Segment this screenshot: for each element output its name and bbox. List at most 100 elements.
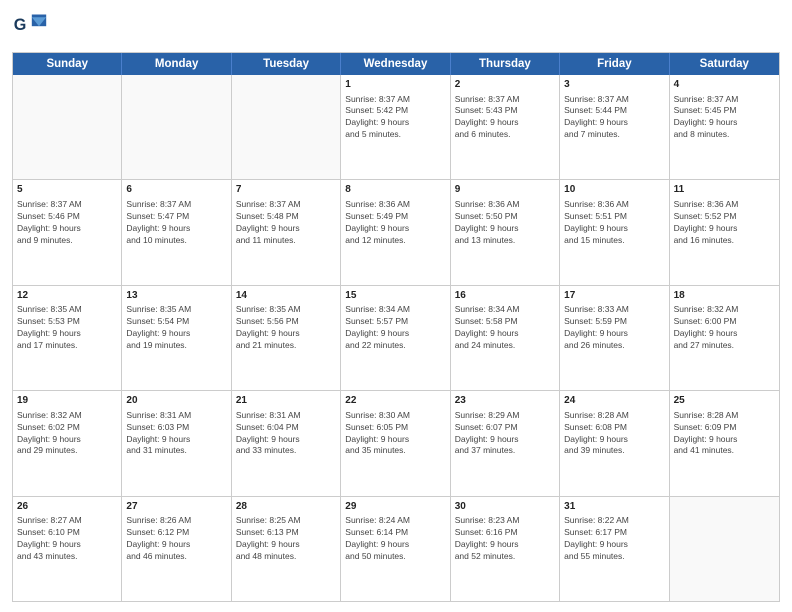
- day-16: 16Sunrise: 8:34 AM Sunset: 5:58 PM Dayli…: [451, 286, 560, 390]
- day-info: Sunrise: 8:37 AM Sunset: 5:44 PM Dayligh…: [564, 94, 629, 140]
- day-number: 10: [564, 183, 664, 197]
- day-9: 9Sunrise: 8:36 AM Sunset: 5:50 PM Daylig…: [451, 180, 560, 284]
- empty-cell: [670, 497, 779, 601]
- day-14: 14Sunrise: 8:35 AM Sunset: 5:56 PM Dayli…: [232, 286, 341, 390]
- logo: G: [12, 10, 52, 46]
- logo-icon: G: [12, 10, 48, 46]
- day-info: Sunrise: 8:37 AM Sunset: 5:47 PM Dayligh…: [126, 199, 191, 245]
- header-day-thursday: Thursday: [451, 53, 560, 75]
- day-number: 12: [17, 289, 117, 303]
- day-info: Sunrise: 8:37 AM Sunset: 5:46 PM Dayligh…: [17, 199, 82, 245]
- day-7: 7 Sunrise: 8:37 AM Sunset: 5:48 PM Daylig…: [232, 180, 341, 284]
- day-number: 22: [345, 394, 445, 408]
- day-number: 15: [345, 289, 445, 303]
- day-number: 14: [236, 289, 336, 303]
- day-info: Sunrise: 8:24 AM Sunset: 6:14 PM Dayligh…: [345, 515, 410, 561]
- day-number: 19: [17, 394, 117, 408]
- day-info: Sunrise: 8:30 AM Sunset: 6:05 PM Dayligh…: [345, 410, 410, 456]
- day-info: Sunrise: 8:36 AM Sunset: 5:52 PM Dayligh…: [674, 199, 739, 245]
- day-2: 2 Sunrise: 8:37 AM Sunset: 5:43 PM Daylig…: [451, 75, 560, 179]
- day-27: 27Sunrise: 8:26 AM Sunset: 6:12 PM Dayli…: [122, 497, 231, 601]
- day-22: 22 Sunrise: 8:30 AM Sunset: 6:05 PM Dayli…: [341, 391, 450, 495]
- day-24: 24 Sunrise: 8:28 AM Sunset: 6:08 PM Dayli…: [560, 391, 669, 495]
- day-number: 2: [455, 78, 555, 92]
- day-12: 12Sunrise: 8:35 AM Sunset: 5:53 PM Dayli…: [13, 286, 122, 390]
- svg-text:G: G: [14, 16, 27, 34]
- day-info: Sunrise: 8:23 AM Sunset: 6:16 PM Dayligh…: [455, 515, 520, 561]
- day-info: Sunrise: 8:37 AM Sunset: 5:45 PM Dayligh…: [674, 94, 739, 140]
- day-6: 6 Sunrise: 8:37 AM Sunset: 5:47 PM Daylig…: [122, 180, 231, 284]
- day-number: 30: [455, 500, 555, 514]
- calendar: SundayMondayTuesdayWednesdayThursdayFrid…: [12, 52, 780, 602]
- day-26: 26Sunrise: 8:27 AM Sunset: 6:10 PM Dayli…: [13, 497, 122, 601]
- day-4: 4 Sunrise: 8:37 AM Sunset: 5:45 PM Daylig…: [670, 75, 779, 179]
- day-number: 7: [236, 183, 336, 197]
- day-15: 15Sunrise: 8:34 AM Sunset: 5:57 PM Dayli…: [341, 286, 450, 390]
- day-number: 8: [345, 183, 445, 197]
- header-day-sunday: Sunday: [13, 53, 122, 75]
- day-21: 21Sunrise: 8:31 AM Sunset: 6:04 PM Dayli…: [232, 391, 341, 495]
- header-day-tuesday: Tuesday: [232, 53, 341, 75]
- week-5: 26Sunrise: 8:27 AM Sunset: 6:10 PM Dayli…: [13, 497, 779, 601]
- day-info: Sunrise: 8:22 AM Sunset: 6:17 PM Dayligh…: [564, 515, 629, 561]
- day-5: 5 Sunrise: 8:37 AM Sunset: 5:46 PM Daylig…: [13, 180, 122, 284]
- day-info: Sunrise: 8:35 AM Sunset: 5:56 PM Dayligh…: [236, 304, 301, 350]
- day-info: Sunrise: 8:27 AM Sunset: 6:10 PM Dayligh…: [17, 515, 82, 561]
- day-number: 1: [345, 78, 445, 92]
- day-23: 23 Sunrise: 8:29 AM Sunset: 6:07 PM Dayli…: [451, 391, 560, 495]
- day-30: 30Sunrise: 8:23 AM Sunset: 6:16 PM Dayli…: [451, 497, 560, 601]
- empty-cell: [232, 75, 341, 179]
- day-number: 28: [236, 500, 336, 514]
- day-25: 25Sunrise: 8:28 AM Sunset: 6:09 PM Dayli…: [670, 391, 779, 495]
- day-28: 28Sunrise: 8:25 AM Sunset: 6:13 PM Dayli…: [232, 497, 341, 601]
- day-3: 3 Sunrise: 8:37 AM Sunset: 5:44 PM Daylig…: [560, 75, 669, 179]
- day-number: 13: [126, 289, 226, 303]
- day-info: Sunrise: 8:33 AM Sunset: 5:59 PM Dayligh…: [564, 304, 629, 350]
- day-10: 10 Sunrise: 8:36 AM Sunset: 5:51 PM Dayli…: [560, 180, 669, 284]
- day-18: 18Sunrise: 8:32 AM Sunset: 6:00 PM Dayli…: [670, 286, 779, 390]
- day-info: Sunrise: 8:34 AM Sunset: 5:58 PM Dayligh…: [455, 304, 520, 350]
- day-info: Sunrise: 8:32 AM Sunset: 6:02 PM Dayligh…: [17, 410, 82, 456]
- header-day-saturday: Saturday: [670, 53, 779, 75]
- day-info: Sunrise: 8:35 AM Sunset: 5:53 PM Dayligh…: [17, 304, 82, 350]
- day-number: 5: [17, 183, 117, 197]
- week-1: 1 Sunrise: 8:37 AM Sunset: 5:42 PM Daylig…: [13, 75, 779, 180]
- day-info: Sunrise: 8:32 AM Sunset: 6:00 PM Dayligh…: [674, 304, 739, 350]
- day-number: 23: [455, 394, 555, 408]
- day-info: Sunrise: 8:26 AM Sunset: 6:12 PM Dayligh…: [126, 515, 191, 561]
- calendar-body: 1 Sunrise: 8:37 AM Sunset: 5:42 PM Daylig…: [13, 75, 779, 601]
- day-11: 11 Sunrise: 8:36 AM Sunset: 5:52 PM Dayli…: [670, 180, 779, 284]
- day-number: 21: [236, 394, 336, 408]
- day-info: Sunrise: 8:35 AM Sunset: 5:54 PM Dayligh…: [126, 304, 191, 350]
- day-20: 20Sunrise: 8:31 AM Sunset: 6:03 PM Dayli…: [122, 391, 231, 495]
- day-info: Sunrise: 8:37 AM Sunset: 5:43 PM Dayligh…: [455, 94, 520, 140]
- header-day-monday: Monday: [122, 53, 231, 75]
- header-day-friday: Friday: [560, 53, 669, 75]
- day-info: Sunrise: 8:28 AM Sunset: 6:08 PM Dayligh…: [564, 410, 629, 456]
- day-info: Sunrise: 8:29 AM Sunset: 6:07 PM Dayligh…: [455, 410, 520, 456]
- day-31: 31Sunrise: 8:22 AM Sunset: 6:17 PM Dayli…: [560, 497, 669, 601]
- day-info: Sunrise: 8:37 AM Sunset: 5:42 PM Dayligh…: [345, 94, 410, 140]
- day-17: 17Sunrise: 8:33 AM Sunset: 5:59 PM Dayli…: [560, 286, 669, 390]
- day-info: Sunrise: 8:36 AM Sunset: 5:49 PM Dayligh…: [345, 199, 410, 245]
- day-number: 25: [674, 394, 775, 408]
- day-number: 18: [674, 289, 775, 303]
- day-number: 31: [564, 500, 664, 514]
- day-number: 6: [126, 183, 226, 197]
- day-number: 27: [126, 500, 226, 514]
- day-info: Sunrise: 8:37 AM Sunset: 5:48 PM Dayligh…: [236, 199, 301, 245]
- day-number: 4: [674, 78, 775, 92]
- day-number: 3: [564, 78, 664, 92]
- page: G SundayMondayTuesdayWednesdayThursdayFr…: [0, 0, 792, 612]
- day-info: Sunrise: 8:31 AM Sunset: 6:03 PM Dayligh…: [126, 410, 191, 456]
- day-number: 24: [564, 394, 664, 408]
- day-number: 11: [674, 183, 775, 197]
- week-3: 12Sunrise: 8:35 AM Sunset: 5:53 PM Dayli…: [13, 286, 779, 391]
- day-number: 29: [345, 500, 445, 514]
- empty-cell: [13, 75, 122, 179]
- day-info: Sunrise: 8:36 AM Sunset: 5:51 PM Dayligh…: [564, 199, 629, 245]
- day-info: Sunrise: 8:34 AM Sunset: 5:57 PM Dayligh…: [345, 304, 410, 350]
- day-number: 9: [455, 183, 555, 197]
- header: G: [12, 10, 780, 46]
- day-info: Sunrise: 8:25 AM Sunset: 6:13 PM Dayligh…: [236, 515, 301, 561]
